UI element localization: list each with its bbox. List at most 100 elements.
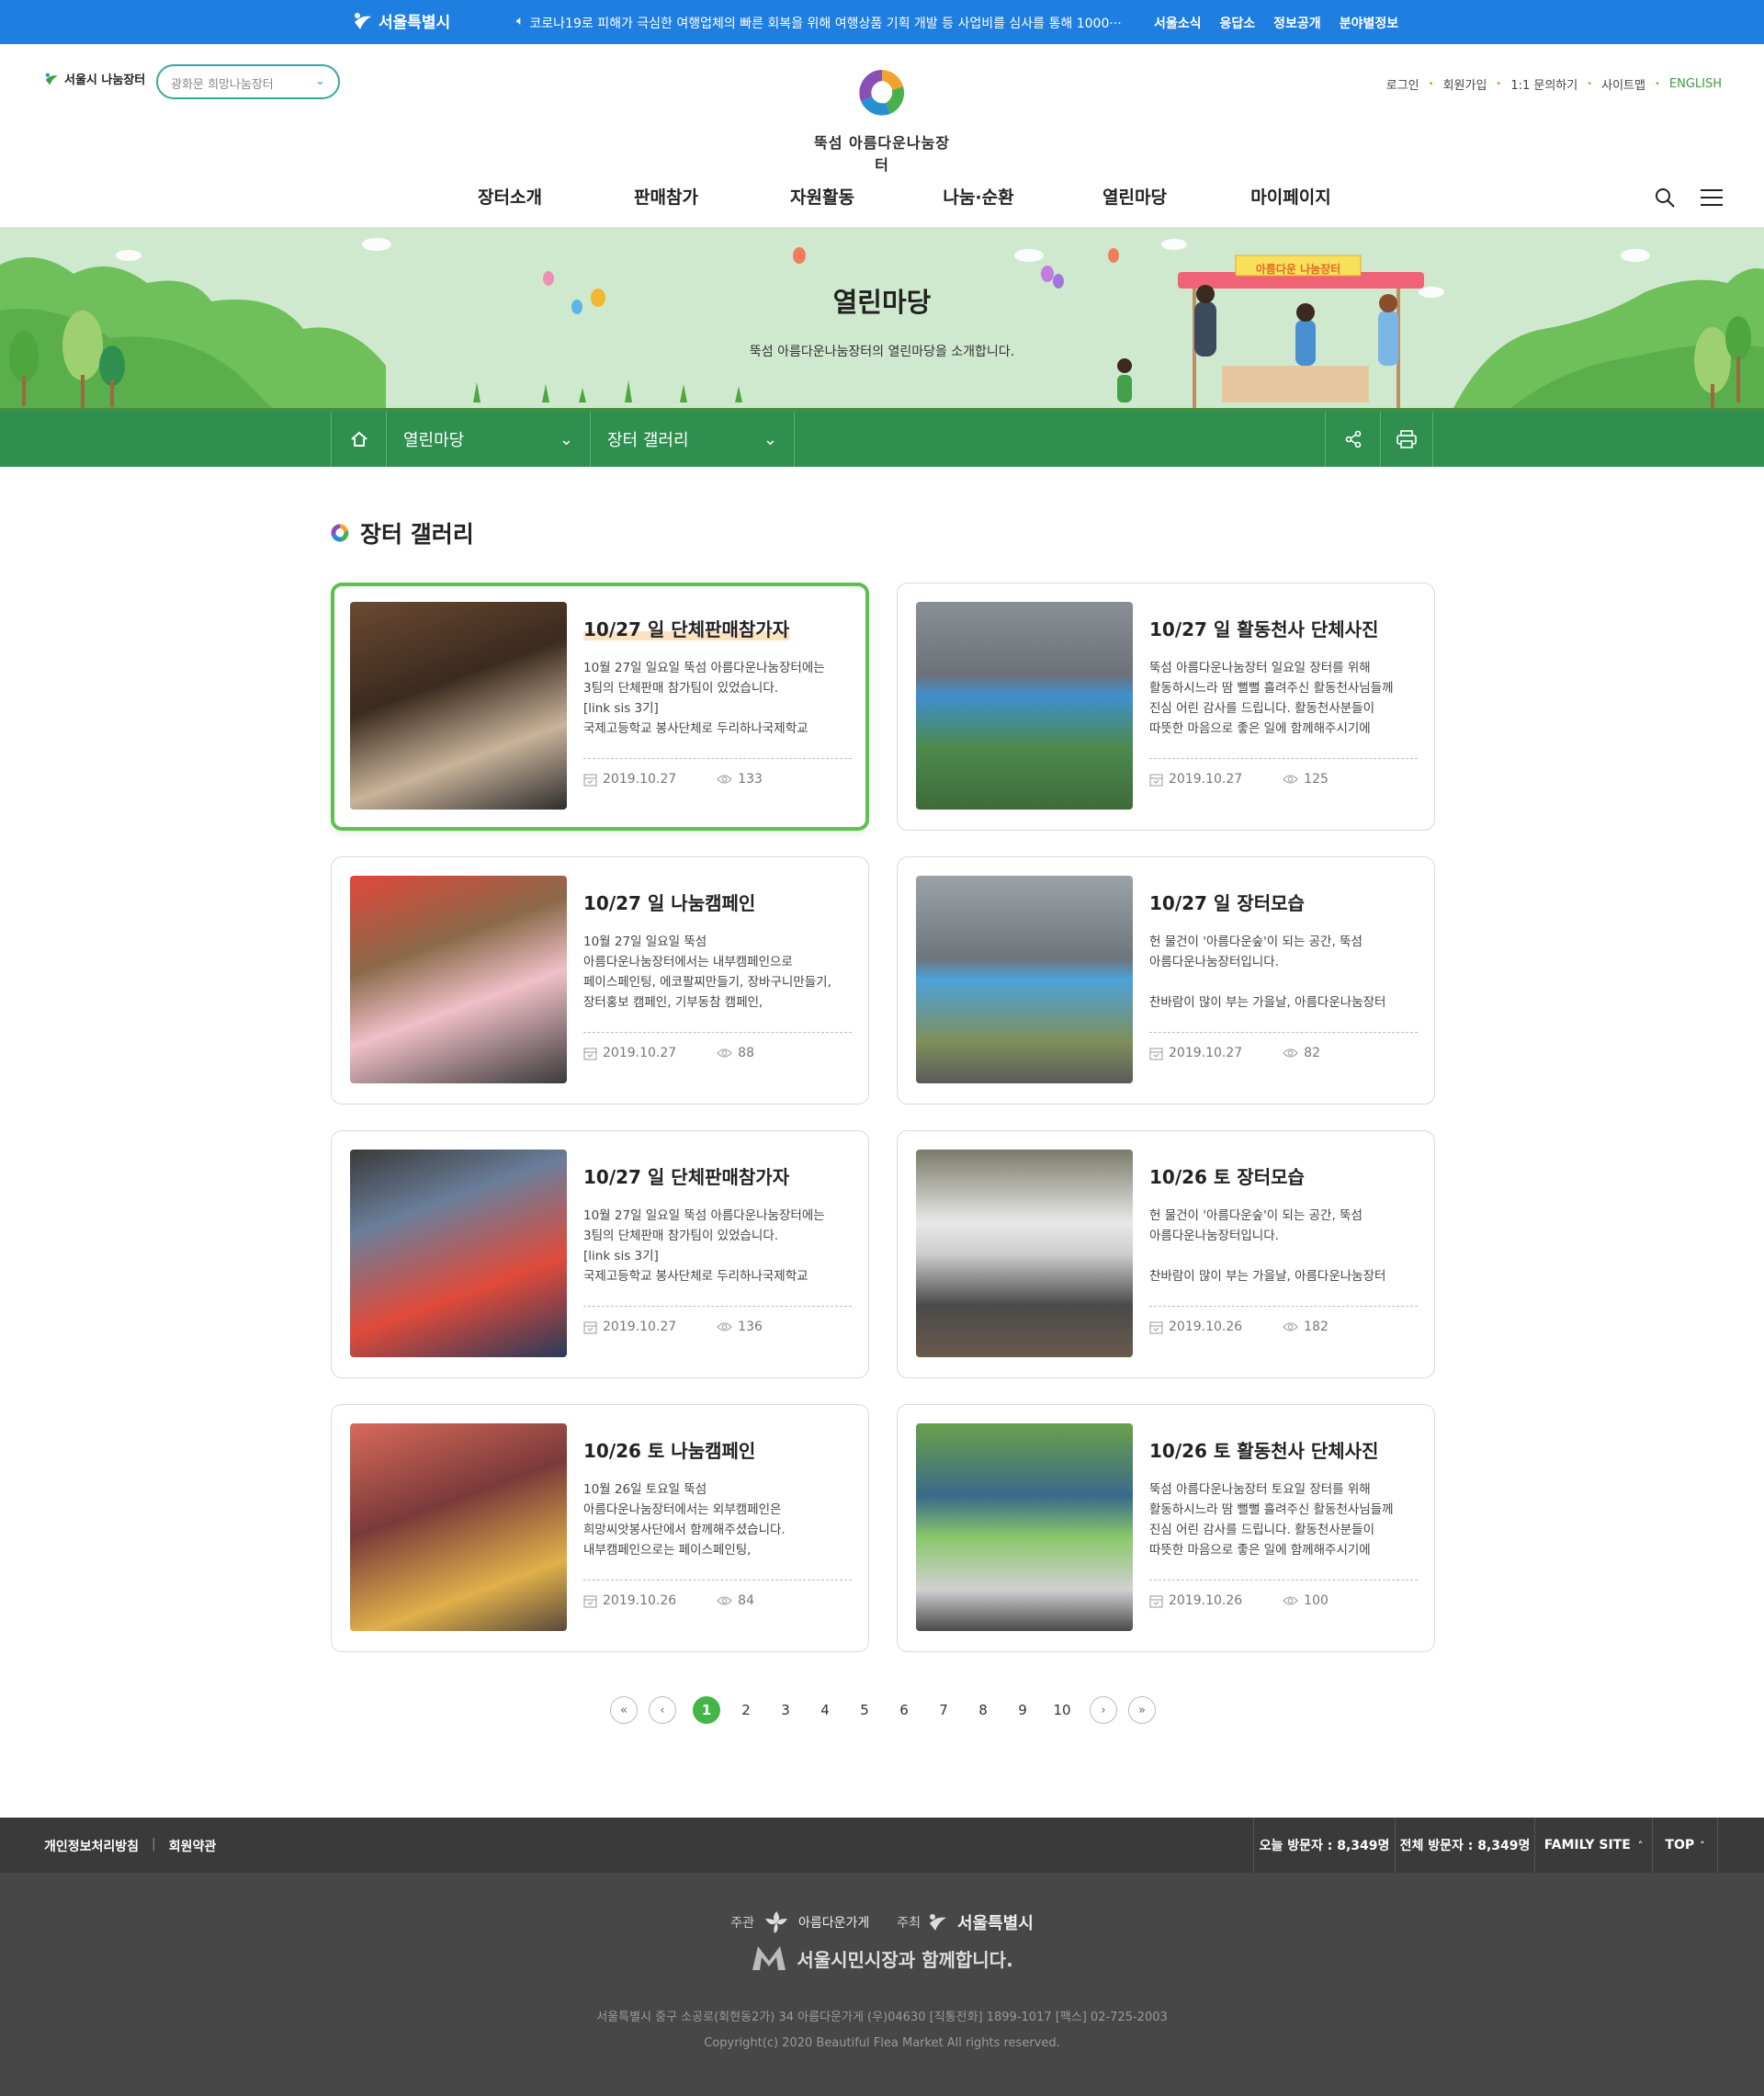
english-link[interactable]: ENGLISH [1669, 77, 1722, 91]
share-button[interactable] [1325, 412, 1380, 467]
menu-icon[interactable] [1700, 187, 1724, 208]
gallery-thumbnail[interactable] [916, 1423, 1133, 1631]
page-number[interactable]: 6 [890, 1696, 918, 1724]
gallery-thumbnail[interactable] [916, 876, 1133, 1083]
nav-item-sell[interactable]: 판매참가 [588, 184, 744, 209]
beautiful-store-logo-icon [764, 1911, 787, 1933]
gallery-card-title[interactable]: 10/27 일 활동천사 단체사진 [1149, 615, 1418, 641]
page-number[interactable]: 10 [1048, 1696, 1076, 1724]
speaker-icon: 🔈︎ [516, 14, 525, 28]
gallery-card-title[interactable]: 10/26 토 장터모습 [1149, 1162, 1418, 1189]
gallery-card-meta: 2019.10.26 84 [583, 1580, 852, 1608]
gallery-thumbnail[interactable] [350, 1150, 567, 1357]
logo-name: 뚝섬 아름다운나눔장터 [813, 134, 951, 174]
gallery-thumbnail[interactable] [350, 1423, 567, 1631]
page-number[interactable]: 7 [930, 1696, 957, 1724]
calendar-icon [1149, 774, 1163, 786]
gallery-card[interactable]: 10/27 일 단체판매참가자 10월 27일 일요일 뚝섬 아름다운나눔장터에는… [331, 583, 869, 831]
gallery-card-text: 10/26 토 활동천사 단체사진 뚝섬 아름다운나눔장터 토요일 장터를 위해 … [1149, 1436, 1418, 1560]
nav-item-share[interactable]: 나눔·순환 [900, 184, 1057, 209]
top-link-disclosure[interactable]: 정보공개 [1273, 14, 1321, 32]
gallery-thumbnail[interactable] [350, 602, 567, 810]
market-select[interactable]: 광화문 희망나눔장터 ⌄ [156, 64, 340, 99]
search-icon[interactable] [1654, 187, 1676, 209]
gallery-card-title[interactable]: 10/26 토 나눔캠페인 [583, 1436, 852, 1463]
page-number[interactable]: 4 [811, 1696, 839, 1724]
gallery-card[interactable]: 10/27 일 장터모습 헌 물건이 '아름다운숲'이 되는 공간, 뚝섬 아름다… [897, 856, 1435, 1105]
calendar-icon [583, 1048, 597, 1059]
gallery-card-meta: 2019.10.26 182 [1149, 1306, 1418, 1334]
last-page-button[interactable]: » [1128, 1696, 1156, 1724]
top-button[interactable]: TOP ˄ [1652, 1818, 1718, 1873]
page-number[interactable]: 2 [732, 1696, 760, 1724]
prev-page-button[interactable]: ‹ [649, 1696, 676, 1724]
brand-small[interactable]: 서울시 나눔장터 [44, 70, 145, 87]
post-date: 2019.10.27 [603, 1046, 677, 1060]
hero-illustration [0, 238, 1764, 412]
nav-item-volunteer[interactable]: 자원활동 [744, 184, 900, 209]
gallery-card[interactable]: 10/26 토 활동천사 단체사진 뚝섬 아름다운나눔장터 토요일 장터를 위해 … [897, 1404, 1435, 1652]
nav-item-open[interactable]: 열린마당 [1057, 184, 1213, 209]
breadcrumb-depth2-select[interactable]: 장터 갤러리 ⌄ [590, 412, 794, 467]
page-number[interactable]: 1 [693, 1696, 720, 1724]
gallery-card[interactable]: 10/27 일 나눔캠페인 10월 27일 일요일 뚝섬 아름다운나눔장터에서는 … [331, 856, 869, 1105]
gallery-card-title[interactable]: 10/27 일 나눔캠페인 [583, 889, 852, 915]
breadcrumb-depth2: 장터 갤러리 [607, 431, 689, 450]
gallery-card[interactable]: 10/27 일 단체판매참가자 10월 27일 일요일 뚝섬 아름다운나눔장터에는… [331, 1130, 869, 1378]
footer-bar: 개인정보처리방침 | 회원약관 오늘 방문자 : 8,349명 전체 방문자 :… [0, 1818, 1764, 1873]
gallery-card-title[interactable]: 10/26 토 활동천사 단체사진 [1149, 1436, 1418, 1463]
gallery-thumbnail[interactable] [916, 602, 1133, 810]
gallery-card-title[interactable]: 10/27 일 단체판매참가자 [583, 1162, 852, 1189]
view-count: 100 [1304, 1593, 1329, 1608]
gallery-card-meta: 2019.10.27 133 [583, 758, 852, 787]
seoul-logo[interactable]: 서울특별시 [353, 9, 450, 32]
gallery-card-title-text: 10/26 토 장터모습 [1149, 1166, 1305, 1188]
family-site-select[interactable]: FAMILY SITE ˄ [1534, 1818, 1652, 1873]
gallery-thumbnail[interactable] [916, 1150, 1133, 1357]
page-numbers: 1 2 3 4 5 6 7 8 9 10 [693, 1696, 1088, 1724]
top-link-fields[interactable]: 분야별정보 [1340, 14, 1398, 32]
first-page-button[interactable]: « [610, 1696, 638, 1724]
privacy-policy-link[interactable]: 개인정보처리방침 [44, 1837, 139, 1855]
notice-ticker[interactable]: 🔈︎ 코로나19로 피해가 극심한 여행업체의 빠른 회복을 위해 여행상품 기… [516, 14, 1141, 32]
view-count: 136 [738, 1320, 763, 1334]
next-page-button[interactable]: › [1090, 1696, 1117, 1724]
nav-item-about[interactable]: 장터소개 [432, 184, 588, 209]
gallery-card-title[interactable]: 10/27 일 단체판매참가자 [583, 615, 852, 641]
main-nav: 장터소개 판매참가 자원활동 나눔·순환 열린마당 마이페이지 [432, 184, 1369, 209]
page-number[interactable]: 9 [1009, 1696, 1036, 1724]
gallery-card-text: 10/26 토 장터모습 헌 물건이 '아름다운숲'이 되는 공간, 뚝섬 아름다… [1149, 1162, 1418, 1286]
gallery-card[interactable]: 10/26 토 나눔캠페인 10월 26일 토요일 뚝섬 아름다운나눔장터에서는 … [331, 1404, 869, 1652]
gallery-card-desc: 10월 27일 일요일 뚝섬 아름다운나눔장터에는 3팀의 단체판매 참가팀이 … [583, 661, 825, 736]
gallery-thumbnail[interactable] [350, 876, 567, 1083]
host-label: 주관 [730, 1916, 754, 1931]
gallery-card-title[interactable]: 10/27 일 장터모습 [1149, 889, 1418, 915]
top-link-news[interactable]: 서울소식 [1154, 14, 1202, 32]
notice-text[interactable]: 코로나19로 피해가 극심한 여행업체의 빠른 회복을 위해 여행상품 기획 개… [529, 14, 1121, 32]
nav-item-mypage[interactable]: 마이페이지 [1213, 184, 1369, 209]
terms-link[interactable]: 회원약관 [169, 1837, 217, 1855]
page-number[interactable]: 3 [772, 1696, 799, 1724]
top-link-response[interactable]: 응답소 [1220, 14, 1256, 32]
breadcrumb-depth1-select[interactable]: 열린마당 ⌄ [386, 412, 590, 467]
inquiry-link[interactable]: 1:1 문의하기 [1510, 75, 1577, 93]
logo-swirl-icon [331, 524, 349, 542]
top-label: TOP [1665, 1838, 1695, 1852]
eye-icon [1283, 775, 1298, 784]
view-count: 84 [738, 1593, 754, 1608]
views-meta: 100 [1283, 1593, 1329, 1608]
gallery-card[interactable]: 10/27 일 활동천사 단체사진 뚝섬 아름다운나눔장터 일요일 장터를 위해 … [897, 583, 1435, 831]
view-count: 125 [1304, 772, 1329, 787]
login-link[interactable]: 로그인 [1386, 75, 1419, 93]
signup-link[interactable]: 회원가입 [1443, 75, 1487, 93]
print-button[interactable] [1380, 412, 1433, 467]
double-chevron-right-icon: » [1138, 1703, 1146, 1717]
views-meta: 88 [717, 1046, 754, 1060]
site-logo[interactable]: 뚝섬 아름다운나눔장터 [808, 64, 956, 175]
page-number[interactable]: 8 [969, 1696, 997, 1724]
gallery-card[interactable]: 10/26 토 장터모습 헌 물건이 '아름다운숲'이 되는 공간, 뚝섬 아름다… [897, 1130, 1435, 1378]
page-number[interactable]: 5 [851, 1696, 878, 1724]
home-button[interactable] [331, 412, 386, 467]
gallery-card-desc: 10월 26일 토요일 뚝섬 아름다운나눔장터에서는 외부캠페인은 희망씨앗봉사… [583, 1482, 786, 1558]
sitemap-link[interactable]: 사이트맵 [1601, 75, 1645, 93]
